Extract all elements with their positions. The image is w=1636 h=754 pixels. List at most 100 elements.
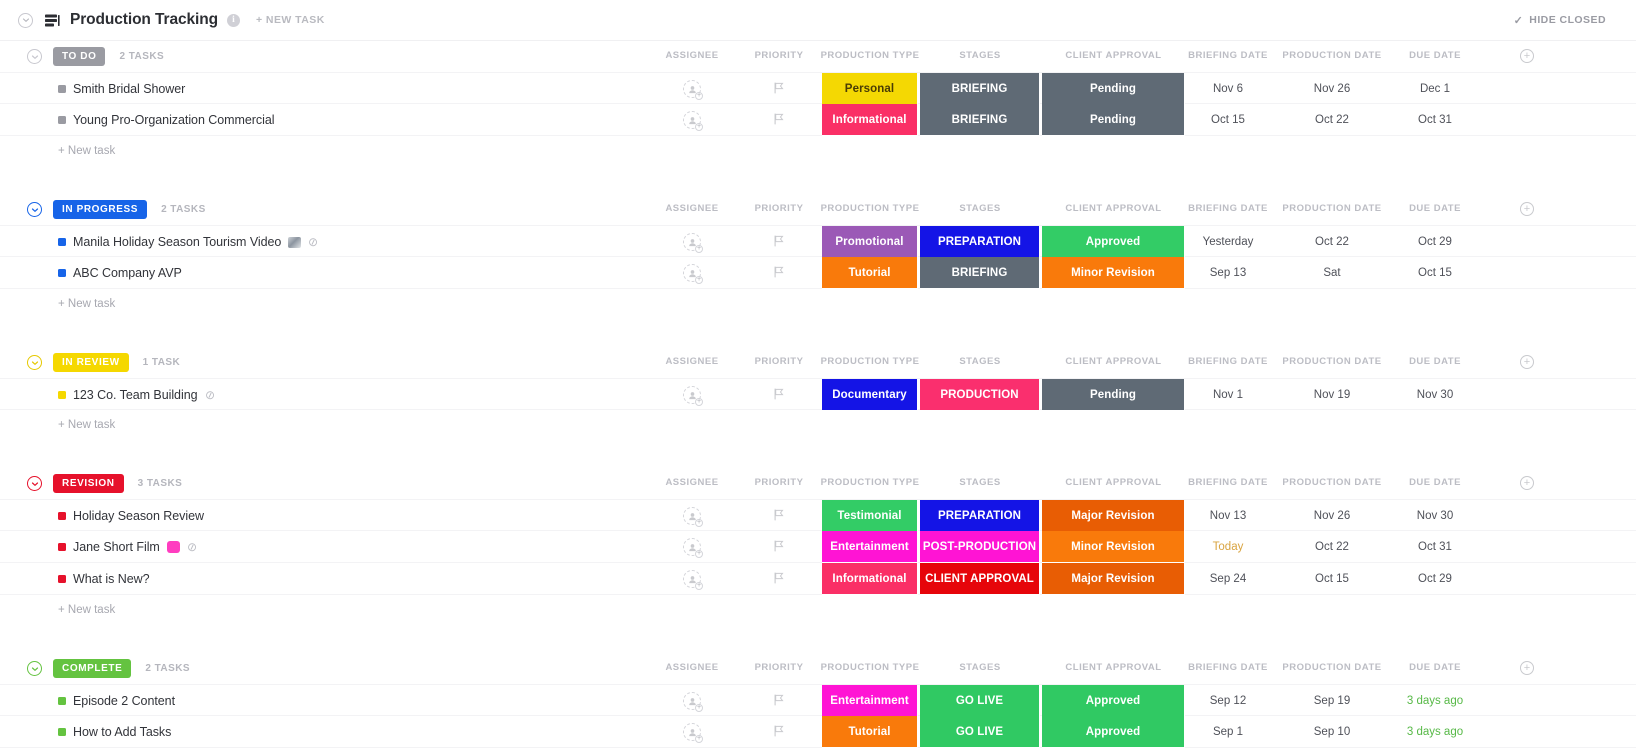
column-header-due-date[interactable]: DUE DATE [1409,356,1461,367]
priority-flag-icon[interactable] [774,82,785,96]
assignee-cell[interactable]: + [683,570,703,590]
assignee-cell[interactable]: + [683,692,703,712]
priority-flag-icon[interactable] [774,572,785,586]
client-approval-cell[interactable]: Approved [1042,685,1185,717]
column-header-assignee[interactable]: ASSIGNEE [665,477,718,488]
add-column-button[interactable]: + [1520,661,1534,675]
column-header-production-date[interactable]: PRODUCTION DATE [1282,356,1381,367]
assignee-cell[interactable]: + [683,80,703,100]
task-status-marker-icon[interactable] [58,543,66,551]
group-status-chip[interactable]: COMPLETE [53,659,132,678]
table-row[interactable]: Smith Bridal Shower + Personal BRIEFING Pend… [0,72,1636,105]
due-date-cell[interactable]: Oct 29 [1385,226,1485,258]
production-date-cell[interactable]: Oct 15 [1282,563,1382,595]
add-assignee-icon[interactable]: + [695,550,703,558]
stage-cell[interactable]: PREPARATION [920,500,1040,532]
column-header-due-date[interactable]: DUE DATE [1409,50,1461,61]
task-status-marker-icon[interactable] [58,269,66,277]
info-icon[interactable]: i [226,13,240,27]
column-header-priority[interactable]: PRIORITY [755,203,804,214]
production-type-cell[interactable]: Documentary [822,379,918,411]
production-type-cell[interactable]: Tutorial [822,716,918,748]
column-header-production-date[interactable]: PRODUCTION DATE [1282,50,1381,61]
add-assignee-icon[interactable]: + [695,92,703,100]
assignee-cell[interactable]: + [683,507,703,527]
task-status-marker-icon[interactable] [58,728,66,736]
group-collapse-icon[interactable] [27,355,42,370]
briefing-date-cell[interactable]: Sep 1 [1178,716,1278,748]
task-name-cell[interactable]: Young Pro-Organization Commercial [58,104,275,136]
group-collapse-icon[interactable] [27,49,42,64]
production-date-cell[interactable]: Oct 22 [1282,104,1382,136]
attachment-paperclip-icon[interactable]: ⊘ [185,539,199,556]
production-date-cell[interactable]: Nov 26 [1282,500,1382,532]
add-assignee-icon[interactable]: + [695,519,703,527]
new-task-button[interactable]: + NEW TASK [256,14,325,26]
task-status-marker-icon[interactable] [58,512,66,520]
client-approval-cell[interactable]: Pending [1042,104,1185,136]
group-status-chip[interactable]: TO DO [53,47,106,66]
client-approval-cell[interactable]: Major Revision [1042,563,1185,595]
task-status-marker-icon[interactable] [58,391,66,399]
task-name-cell[interactable]: Episode 2 Content [58,685,175,717]
stage-cell[interactable]: BRIEFING [920,73,1040,105]
add-column-button[interactable]: + [1520,476,1534,490]
collapse-all-icon[interactable] [18,12,33,28]
task-name-cell[interactable]: Jane Short Film ⊘ [58,531,199,563]
column-header-client-approval[interactable]: CLIENT APPROVAL [1065,662,1161,673]
tag-icon[interactable] [166,541,180,553]
column-header-stages[interactable]: STAGES [959,662,1000,673]
production-type-cell[interactable]: Informational [822,104,918,136]
priority-flag-icon[interactable] [774,113,785,127]
production-date-cell[interactable]: Oct 22 [1282,226,1382,258]
attachment-thumbnail-icon[interactable] [288,236,302,248]
table-row[interactable]: ABC Company AVP + Tutorial BRIEFING Minor Re… [0,257,1636,289]
table-row[interactable]: Episode 2 Content + Entertainment GO LIVE Ap… [0,684,1636,717]
group-collapse-icon[interactable] [27,661,42,676]
briefing-date-cell[interactable]: Nov 6 [1178,73,1278,105]
briefing-date-cell[interactable]: Nov 1 [1178,379,1278,411]
stage-cell[interactable]: PRODUCTION [920,379,1040,411]
column-header-production-date[interactable]: PRODUCTION DATE [1282,203,1381,214]
priority-flag-icon[interactable] [774,725,785,739]
priority-flag-icon[interactable] [774,266,785,280]
production-type-cell[interactable]: Testimonial [822,500,918,532]
group-status-chip[interactable]: IN REVIEW [53,353,129,372]
column-header-stages[interactable]: STAGES [959,477,1000,488]
column-header-client-approval[interactable]: CLIENT APPROVAL [1065,477,1161,488]
column-header-priority[interactable]: PRIORITY [755,356,804,367]
add-assignee-icon[interactable]: + [695,123,703,131]
client-approval-cell[interactable]: Approved [1042,226,1185,258]
column-header-priority[interactable]: PRIORITY [755,50,804,61]
briefing-date-cell[interactable]: Yesterday [1178,226,1278,258]
column-header-stages[interactable]: STAGES [959,203,1000,214]
table-row[interactable]: Holiday Season Review + Testimonial PREPARA… [0,499,1636,532]
group-status-chip[interactable]: IN PROGRESS [53,200,148,219]
add-assignee-icon[interactable]: + [695,704,703,712]
briefing-date-cell[interactable]: Nov 13 [1178,500,1278,532]
column-header-production-type[interactable]: PRODUCTION TYPE [821,662,920,673]
production-date-cell[interactable]: Sat [1282,257,1382,289]
column-header-assignee[interactable]: ASSIGNEE [665,50,718,61]
new-task-row[interactable]: + New task [0,595,1636,624]
priority-flag-icon[interactable] [774,388,785,402]
stage-cell[interactable]: BRIEFING [920,104,1040,136]
column-header-production-type[interactable]: PRODUCTION TYPE [821,356,920,367]
production-type-cell[interactable]: Entertainment [822,685,918,717]
assignee-cell[interactable]: + [683,111,703,131]
assignee-cell[interactable]: + [683,723,703,743]
group-status-chip[interactable]: REVISION [53,474,124,493]
column-header-priority[interactable]: PRIORITY [755,662,804,673]
table-row[interactable]: What is New? + Informational CLIENT APPROVA… [0,563,1636,595]
stage-cell[interactable]: POST-PRODUCTION [920,531,1040,563]
due-date-cell[interactable]: Dec 1 [1385,73,1485,105]
client-approval-cell[interactable]: Major Revision [1042,500,1185,532]
priority-flag-icon[interactable] [774,540,785,554]
add-assignee-icon[interactable]: + [695,582,703,590]
production-date-cell[interactable]: Sep 10 [1282,716,1382,748]
due-date-cell[interactable]: 3 days ago [1385,716,1485,748]
assignee-cell[interactable]: + [683,233,703,253]
task-name-cell[interactable]: 123 Co. Team Building ⊘ [58,379,217,411]
new-task-row[interactable]: + New task [0,289,1636,318]
due-date-cell[interactable]: Nov 30 [1385,500,1485,532]
